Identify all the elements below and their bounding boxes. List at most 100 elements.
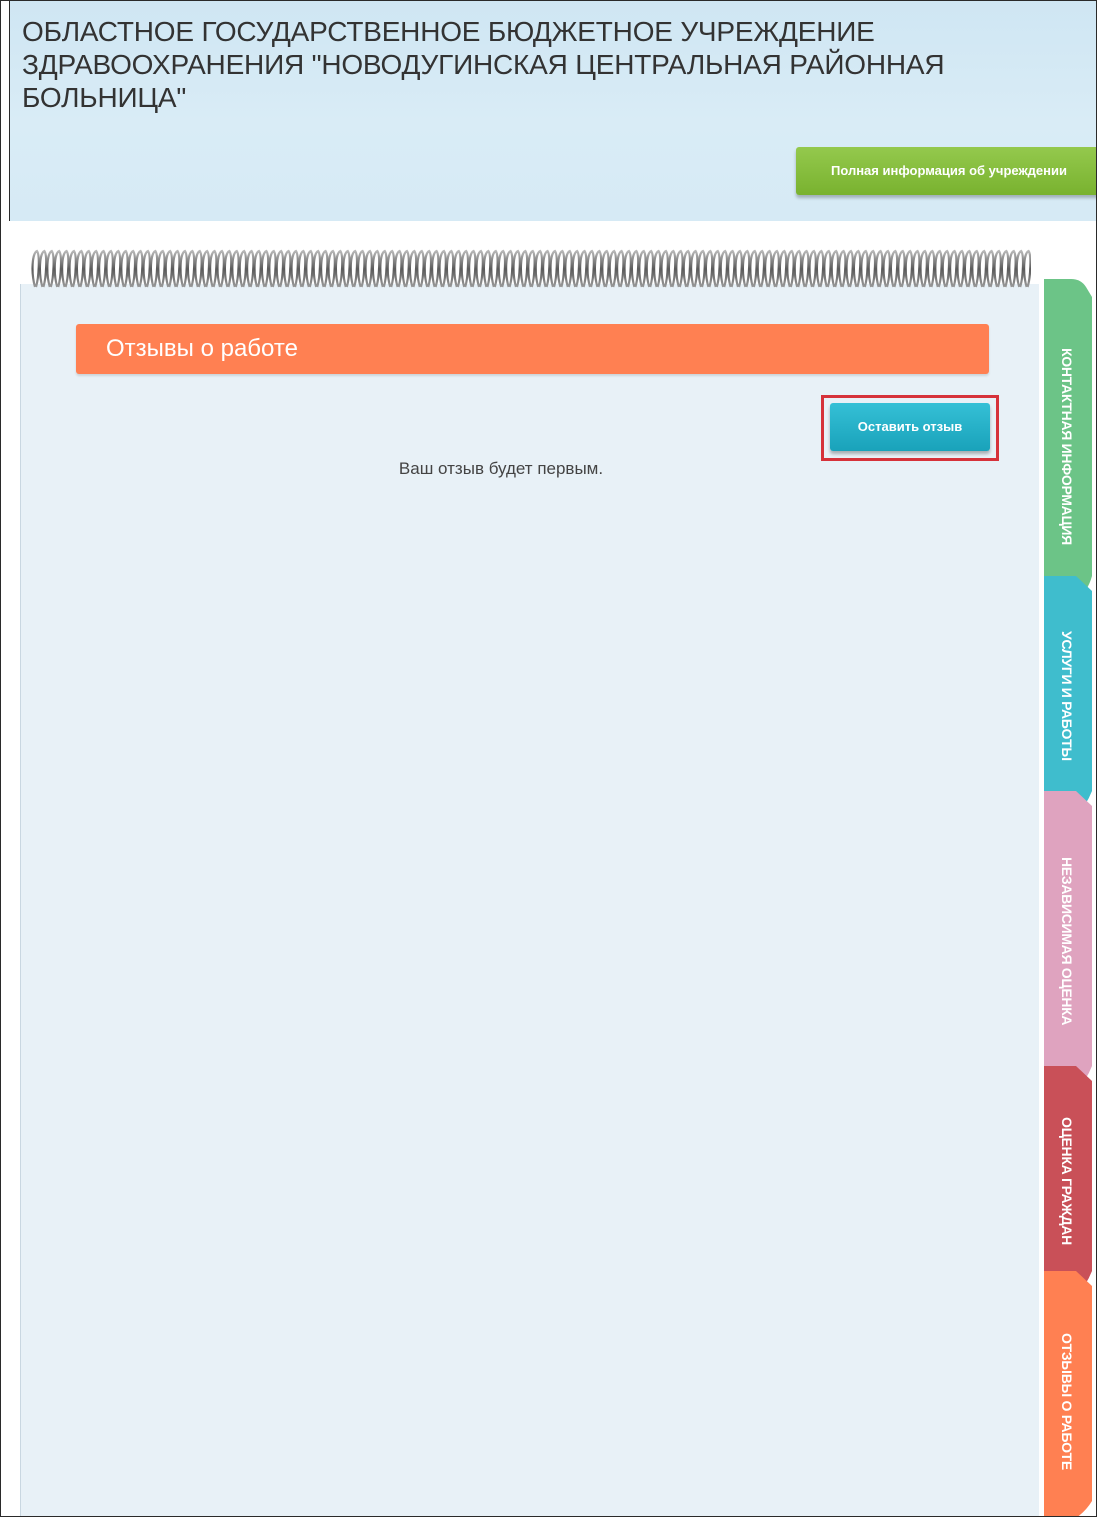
spiral-ring	[445, 249, 455, 288]
spiral-ring	[223, 249, 233, 288]
spiral-ring	[275, 249, 285, 288]
spiral-ring	[527, 249, 536, 288]
organization-title: ОБЛАСТНОЕ ГОСУДАРСТВЕННОЕ БЮДЖЕТНОЕ УЧРЕ…	[22, 16, 945, 113]
spiral-ring	[231, 249, 240, 288]
leave-review-button[interactable]: Оставить отзыв	[830, 403, 990, 451]
tab-reviews[interactable]: ОТЗЫВЫ О РАБОТЕ	[1036, 1291, 1096, 1511]
spiral-ring	[653, 249, 662, 288]
spiral-ring	[579, 249, 588, 288]
section-header: Отзывы о работе	[76, 324, 989, 374]
spiral-ring	[727, 249, 736, 288]
spiral-ring	[860, 249, 869, 288]
spiral-ring	[482, 249, 492, 288]
spiral-ring	[112, 249, 122, 288]
spiral-ring	[512, 249, 521, 288]
spiral-ring	[194, 249, 203, 288]
spiral-ring	[172, 249, 181, 288]
spiral-ring	[897, 249, 906, 288]
spiral-ring	[246, 249, 255, 288]
spiral-ring	[186, 249, 196, 288]
spiral-ring	[53, 249, 63, 288]
spiral-ring	[349, 249, 359, 288]
tab-citizens-assessment-label: ОЦЕНКА ГРАЖДАН	[1059, 1117, 1075, 1245]
spiral-ring	[216, 249, 225, 288]
spiral-ring	[90, 249, 100, 288]
tab-independent-assessment[interactable]: НЕЗАВИСИМАЯ ОЦЕНКА	[1036, 811, 1096, 1071]
spiral-ring	[971, 249, 980, 288]
spiral-ring	[519, 249, 529, 288]
spiral-ring	[38, 249, 48, 288]
spiral-ring	[238, 249, 248, 288]
spiral-ring	[919, 249, 928, 288]
spiral-ring	[593, 249, 603, 288]
spiral-ring	[793, 249, 803, 288]
spiral-ring	[778, 249, 788, 288]
spiral-ring	[912, 249, 921, 288]
spiral-ring	[268, 249, 277, 288]
spiral-ring	[1015, 249, 1025, 288]
spiral-ring	[423, 249, 433, 288]
spiral-ring	[690, 249, 699, 288]
spiral-ring	[75, 249, 85, 288]
spiral-ring	[468, 249, 477, 288]
spiral-ring	[431, 249, 440, 288]
spiral-ring	[734, 249, 743, 288]
spiral-ring	[505, 249, 514, 288]
spiral-ring	[993, 249, 1002, 288]
spiral-ring	[98, 249, 107, 288]
spiral-ring	[845, 249, 854, 288]
spiral-ring	[712, 249, 721, 288]
tab-citizens-assessment[interactable]: ОЦЕНКА ГРАЖДАН	[1036, 1081, 1096, 1281]
spiral-ring	[105, 249, 114, 288]
section-title: Отзывы о работе	[106, 335, 298, 362]
spiral-ring	[386, 249, 396, 288]
spiral-ring	[31, 249, 40, 288]
spiral-ring	[771, 249, 780, 288]
spiral-ring	[823, 249, 832, 288]
spiral-ring	[586, 249, 595, 288]
spiral-ring	[667, 249, 677, 288]
spiral-ring	[852, 249, 862, 288]
spiral-ring	[68, 249, 77, 288]
spiral-ring	[564, 249, 573, 288]
spiral-ring	[623, 249, 632, 288]
spiral-ring	[342, 249, 351, 288]
tab-independent-assessment-label: НЕЗАВИСИМАЯ ОЦЕНКА	[1059, 856, 1075, 1026]
spiral-ring	[283, 249, 292, 288]
spiral-ring	[260, 249, 270, 288]
full-info-button[interactable]: Полная информация об учреждении	[796, 147, 1096, 195]
tab-contact-info-label: КОНТАКТНАЯ ИНФОРМАЦИЯ	[1059, 347, 1075, 545]
spiral-ring	[956, 249, 965, 288]
spiral-ring	[889, 249, 899, 288]
spiral-ring	[601, 249, 610, 288]
spiral-ring	[61, 249, 70, 288]
spiral-ring	[682, 249, 692, 288]
spiral-ring	[290, 249, 299, 288]
spiral-ring	[719, 249, 729, 288]
spiral-ring	[127, 249, 137, 288]
spiral-ring	[630, 249, 640, 288]
spiral-ring	[371, 249, 381, 288]
spiral-ring	[963, 249, 973, 288]
spiral-ring	[949, 249, 958, 288]
spiral-ring	[394, 249, 403, 288]
spiral-ring	[571, 249, 581, 288]
spiral-ring	[556, 249, 566, 288]
page-header: ОБЛАСТНОЕ ГОСУДАРСТВЕННОЕ БЮДЖЕТНОЕ УЧРЕ…	[9, 1, 1096, 221]
spiral-ring	[416, 249, 425, 288]
spiral-ring	[941, 249, 951, 288]
spiral-ring	[926, 249, 936, 288]
spiral-ring	[830, 249, 840, 288]
tab-services[interactable]: УСЛУГИ И РАБОТЫ	[1036, 591, 1096, 801]
spiral-ring	[438, 249, 447, 288]
tab-services-label: УСЛУГИ И РАБОТЫ	[1059, 631, 1075, 761]
spiral-ring	[320, 249, 329, 288]
spiral-ring	[801, 249, 810, 288]
tab-contact-info[interactable]: КОНТАКТНАЯ ИНФОРМАЦИЯ	[1036, 301, 1096, 591]
spiral-ring	[704, 249, 714, 288]
spiral-ring	[408, 249, 418, 288]
notebook-spiral	[31, 249, 1031, 288]
spiral-ring	[327, 249, 336, 288]
spiral-ring	[334, 249, 344, 288]
page-frame: ОБЛАСТНОЕ ГОСУДАРСТВЕННОЕ БЮДЖЕТНОЕ УЧРЕ…	[0, 0, 1097, 1517]
